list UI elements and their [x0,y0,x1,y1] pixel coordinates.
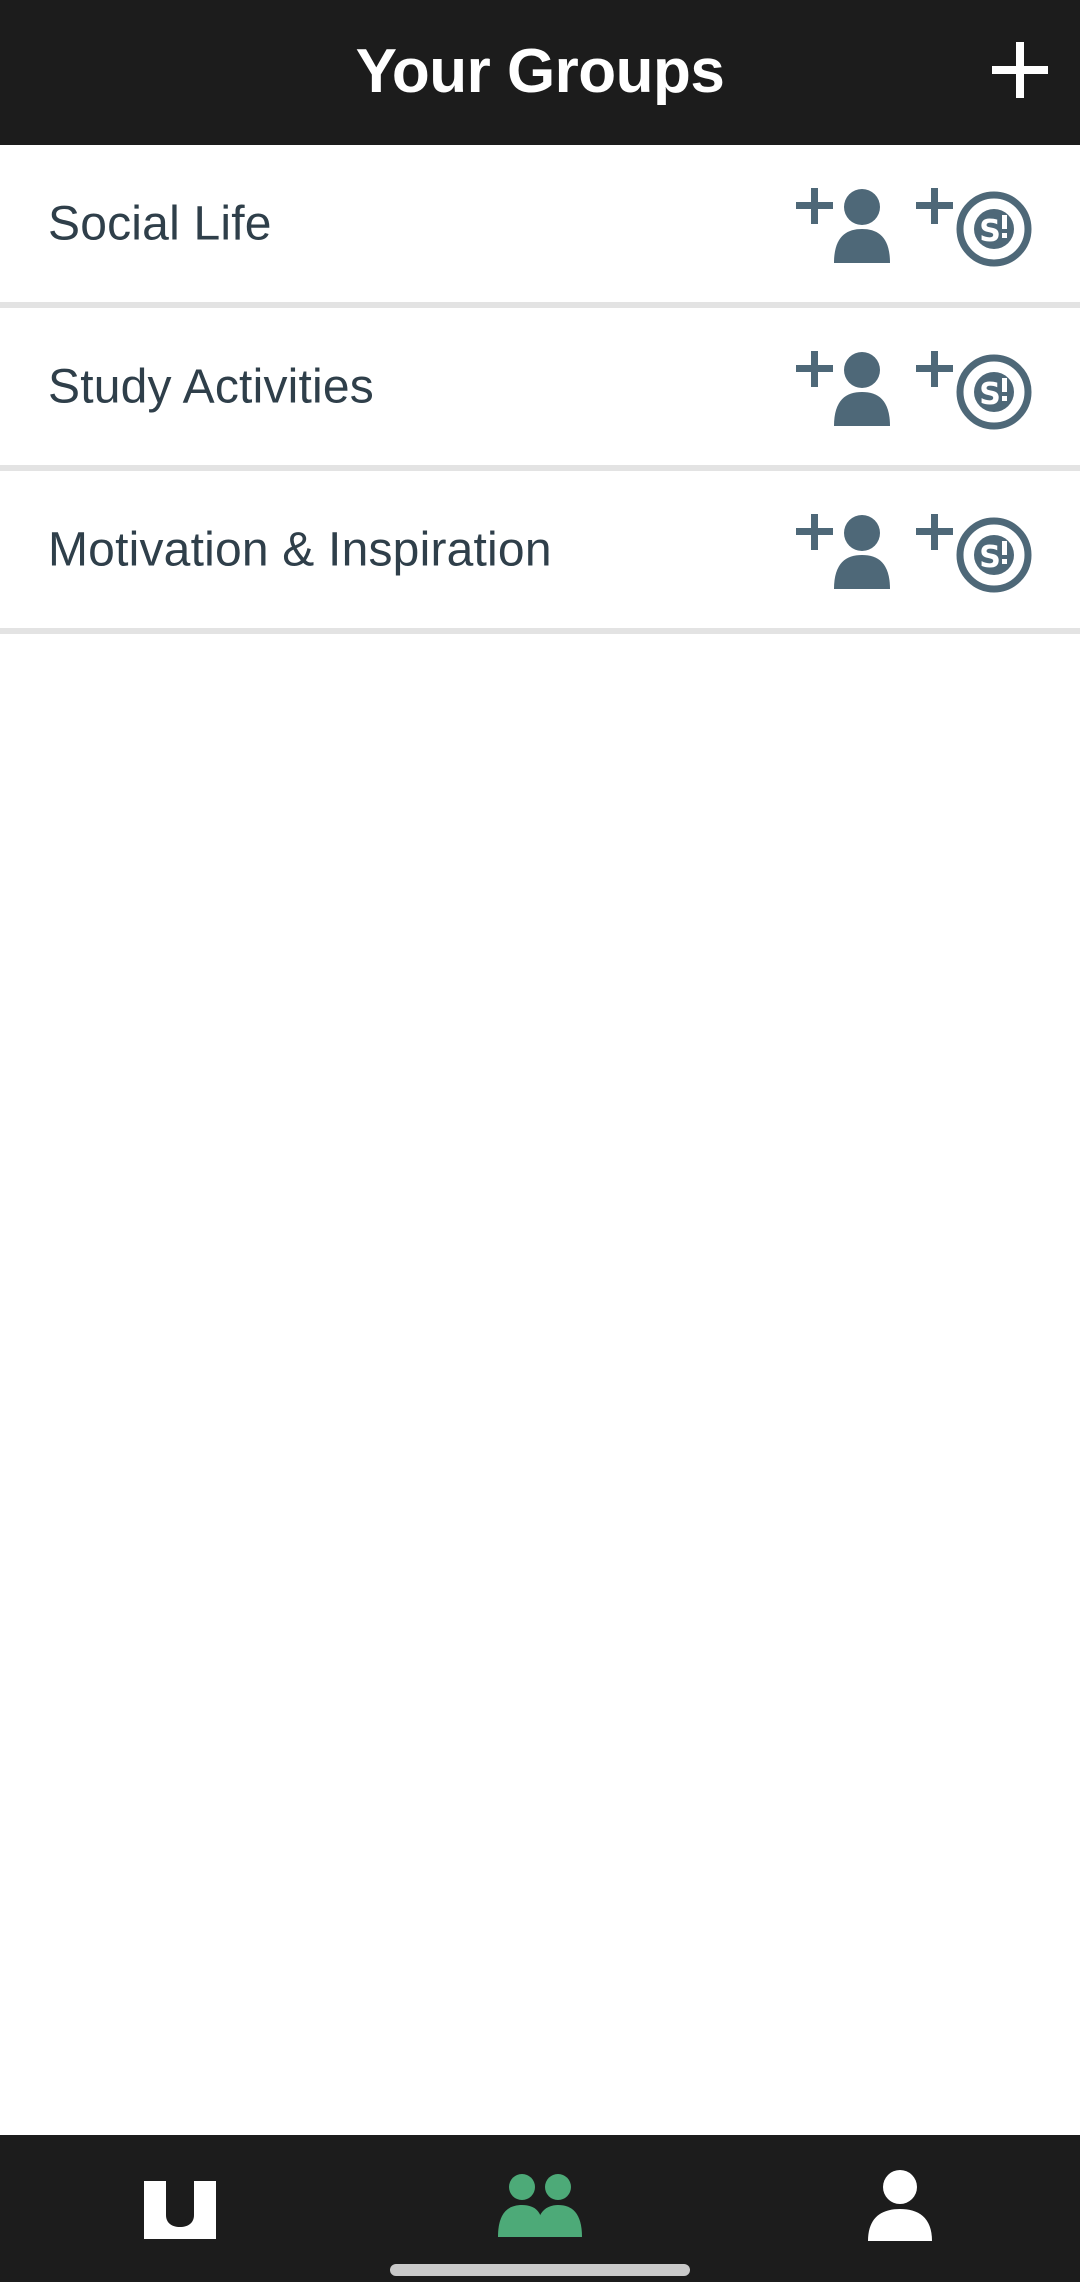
add-money-button[interactable]: S [916,185,1036,269]
group-name: Social Life [48,197,272,250]
add-money-icon: S [916,514,1032,593]
bottom-tab-bar [0,2135,1080,2282]
svg-text:S: S [979,214,1001,249]
add-money-button[interactable]: S [916,511,1036,595]
add-money-icon: S [916,351,1032,430]
group-name: Motivation & Inspiration [48,523,552,576]
add-person-icon [796,351,890,426]
group-list: Social Life S Study Activities S Motivat… [0,145,1080,634]
svg-text:S: S [979,540,1001,575]
add-group-button[interactable] [988,38,1052,102]
person-icon [868,2170,932,2241]
app-header: Your Groups [0,0,1080,145]
add-person-icon [796,188,890,263]
group-row[interactable]: Study Activities S [0,308,1080,471]
add-member-button[interactable] [796,348,896,432]
add-member-button[interactable] [796,511,896,595]
tab-home[interactable] [130,2165,230,2245]
add-person-icon [796,514,890,589]
add-money-button[interactable]: S [916,348,1036,432]
group-name: Study Activities [48,360,375,413]
plus-icon [992,42,1048,98]
add-member-button[interactable] [796,185,896,269]
tab-groups[interactable] [490,2165,590,2245]
add-money-icon: S [916,188,1032,267]
groups-icon [498,2174,582,2237]
group-row[interactable]: Social Life S [0,145,1080,308]
u-logo-icon [144,2181,216,2239]
page-title: Your Groups [355,37,725,106]
tab-profile[interactable] [850,2165,950,2245]
home-indicator [390,2264,690,2276]
group-row[interactable]: Motivation & Inspiration S [0,471,1080,634]
svg-text:S: S [979,377,1001,412]
